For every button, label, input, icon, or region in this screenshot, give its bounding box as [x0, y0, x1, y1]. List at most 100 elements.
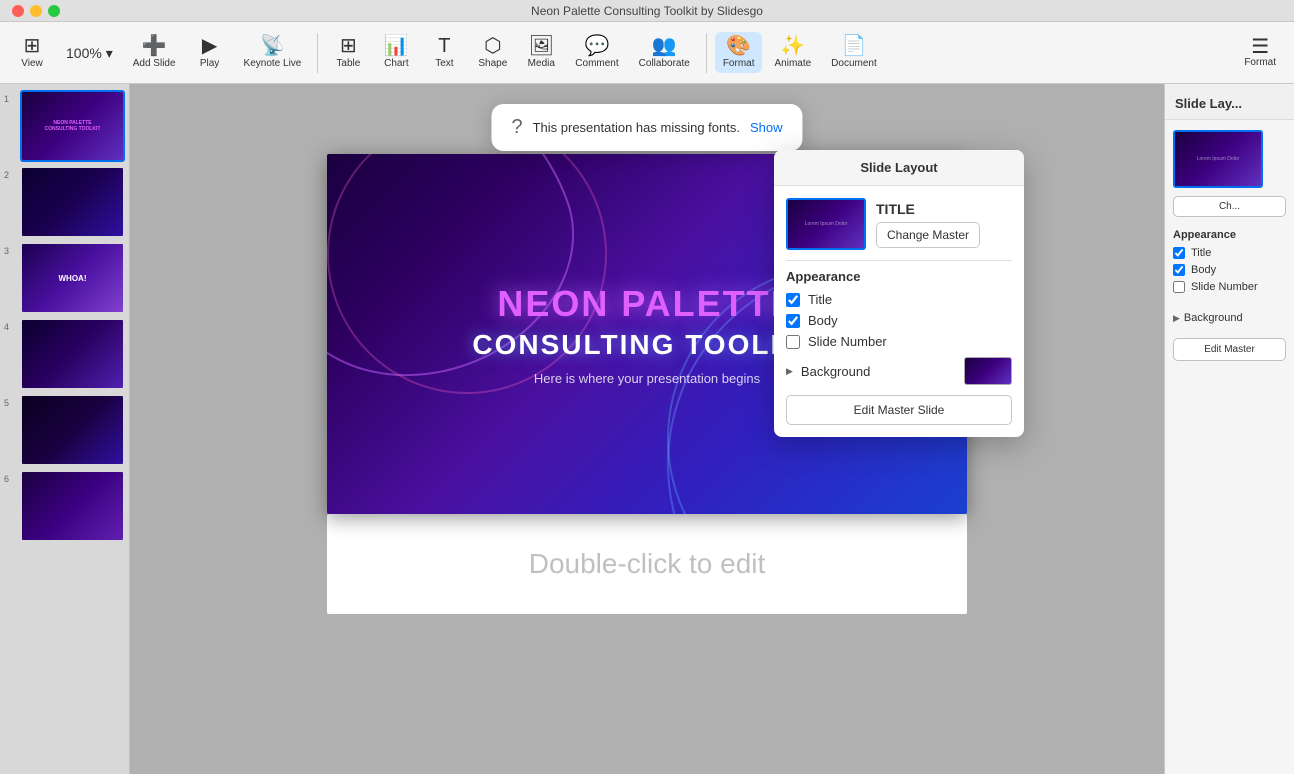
chart-icon: 📊	[384, 36, 409, 56]
appearance-label: Appearance	[786, 269, 1012, 284]
document-icon: 📄	[842, 36, 867, 56]
slide-number-checkbox-label[interactable]: Slide Number	[808, 334, 887, 349]
shape-tool[interactable]: ⬡ Shape	[470, 32, 515, 73]
divider-1	[317, 33, 318, 73]
text-icon: T	[438, 36, 450, 56]
title-checkbox-row: Title	[786, 292, 1012, 307]
overlay-title-col: TITLE Change Master	[876, 201, 980, 248]
maximize-button[interactable]	[48, 5, 60, 17]
divider-2	[706, 33, 707, 73]
far-title-label[interactable]: Title	[1191, 247, 1211, 259]
missing-fonts-toast: ? This presentation has missing fonts. S…	[491, 104, 802, 151]
format-right-tool[interactable]: ☰ Format	[1236, 33, 1284, 72]
slide-num-1: 1	[4, 90, 16, 104]
background-row[interactable]: ▶ Background	[786, 357, 1012, 385]
toast-icon: ?	[511, 116, 522, 139]
far-appearance-section: Appearance Title Body Slide Number	[1173, 229, 1286, 298]
document-tool[interactable]: 📄 Document	[823, 32, 885, 73]
far-panel-header: Slide Lay...	[1165, 84, 1294, 120]
view-tool[interactable]: ⊞ View	[10, 32, 54, 73]
background-swatch[interactable]	[964, 357, 1012, 385]
far-body-checkbox[interactable]	[1173, 264, 1185, 276]
overlay-header: Slide Layout	[774, 150, 1024, 186]
collaborate-tool[interactable]: 👥 Collaborate	[631, 32, 698, 73]
slide-thumb-inner-5	[22, 396, 123, 464]
slide-thumb-1[interactable]: NEON PALETTECONSULTING TOOLKIT	[20, 90, 125, 162]
far-edit-master-button[interactable]: Edit Master	[1173, 338, 1286, 361]
slide-num-4: 4	[4, 318, 16, 332]
overlay-content: Lorem Ipsum Dolor TITLE Change Master Ap…	[774, 186, 1024, 437]
slide-thumb-container-6: 6	[4, 470, 125, 542]
add-slide-icon: ➕	[142, 36, 167, 56]
slide-thumb-inner-2	[22, 168, 123, 236]
slide-thumb-3[interactable]: WHOA!	[20, 242, 125, 314]
format-icon: 🎨	[726, 36, 751, 56]
shape-icon: ⬡	[484, 36, 501, 56]
add-slide-tool[interactable]: ➕ Add Slide	[125, 32, 184, 73]
play-label: Play	[200, 58, 219, 69]
zoom-tool[interactable]: 100% ▾ 100%	[58, 42, 121, 64]
toast-message: This presentation has missing fonts.	[533, 120, 740, 135]
body-checkbox[interactable]	[786, 314, 800, 328]
slide-thumb-inner-1: NEON PALETTECONSULTING TOOLKIT	[22, 92, 123, 160]
title-bar: Neon Palette Consulting Toolkit by Slide…	[0, 0, 1294, 22]
body-checkbox-label[interactable]: Body	[808, 313, 838, 328]
title-checkbox-label[interactable]: Title	[808, 292, 832, 307]
far-change-master-button[interactable]: Ch...	[1173, 196, 1286, 217]
slide-num-5: 5	[4, 394, 16, 408]
far-slidenum-label[interactable]: Slide Number	[1191, 281, 1258, 293]
title-checkbox[interactable]	[786, 293, 800, 307]
chart-tool[interactable]: 📊 Chart	[374, 32, 418, 73]
comment-tool[interactable]: 💬 Comment	[567, 32, 626, 73]
zoom-icon: 100% ▾	[66, 46, 113, 60]
slide-thumb-6[interactable]	[20, 470, 125, 542]
table-tool[interactable]: ⊞ Table	[326, 32, 370, 73]
slide-num-6: 6	[4, 470, 16, 484]
toolbar: ⊞ View 100% ▾ 100% ➕ Add Slide ▶ Play 📡 …	[0, 22, 1294, 84]
far-slidenum-checkbox[interactable]	[1173, 281, 1185, 293]
minimize-button[interactable]	[30, 5, 42, 17]
edit-master-slide-button[interactable]: Edit Master Slide	[786, 395, 1012, 425]
far-body-label[interactable]: Body	[1191, 264, 1216, 276]
slide-number-checkbox[interactable]	[786, 335, 800, 349]
animate-tool[interactable]: ✨ Animate	[766, 32, 819, 73]
media-label: Media	[528, 58, 555, 69]
far-right-panel: Slide Lay... Lorem Ipsum Dolor Ch... App…	[1164, 84, 1294, 774]
slide-thumb-inner-6	[22, 472, 123, 540]
below-slide-area[interactable]: Double-click to edit	[327, 514, 967, 614]
far-layout-thumb[interactable]: Lorem Ipsum Dolor	[1173, 130, 1263, 188]
slide-thumb-4[interactable]	[20, 318, 125, 390]
format-right-icon: ☰	[1251, 37, 1269, 57]
text-label: Text	[435, 58, 453, 69]
keynote-live-tool[interactable]: 📡 Keynote Live	[236, 32, 310, 73]
body-checkbox-row: Body	[786, 313, 1012, 328]
table-icon: ⊞	[340, 36, 357, 56]
main-layout: 1 NEON PALETTECONSULTING TOOLKIT 2 3 WHO…	[0, 84, 1294, 774]
close-button[interactable]	[12, 5, 24, 17]
background-triangle-icon: ▶	[786, 366, 793, 377]
play-tool[interactable]: ▶ Play	[188, 32, 232, 73]
slide-thumb-5[interactable]	[20, 394, 125, 466]
media-tool[interactable]: 🖼 Media	[519, 32, 563, 73]
slide-title[interactable]: NEON PALETTE	[497, 283, 796, 325]
double-click-hint: Double-click to edit	[529, 548, 766, 580]
slide-number-checkbox-row: Slide Number	[786, 334, 1012, 349]
slide-subtitle[interactable]: CONSULTING TOOLKIT	[472, 329, 821, 361]
change-master-button[interactable]: Change Master	[876, 222, 980, 248]
comment-label: Comment	[575, 58, 618, 69]
slide-thumb-2[interactable]	[20, 166, 125, 238]
slide-thumb-container-2: 2	[4, 166, 125, 238]
overlay-layout-thumb[interactable]: Lorem Ipsum Dolor	[786, 198, 866, 250]
add-slide-label: Add Slide	[133, 58, 176, 69]
far-title-checkbox[interactable]	[1173, 247, 1185, 259]
slide-thumb-container-5: 5	[4, 394, 125, 466]
format-label: Format	[723, 58, 755, 69]
slide-body[interactable]: Here is where your presentation begins	[534, 371, 760, 386]
toast-show-button[interactable]: Show	[750, 120, 783, 135]
animate-icon: ✨	[780, 36, 805, 56]
slide-thumb-container-1: 1 NEON PALETTECONSULTING TOOLKIT	[4, 90, 125, 162]
far-background-section[interactable]: ▶ Background	[1173, 312, 1286, 324]
overlay-layout-row: Lorem Ipsum Dolor TITLE Change Master	[786, 198, 1012, 250]
text-tool[interactable]: T Text	[422, 32, 466, 73]
format-tool[interactable]: 🎨 Format	[715, 32, 763, 73]
